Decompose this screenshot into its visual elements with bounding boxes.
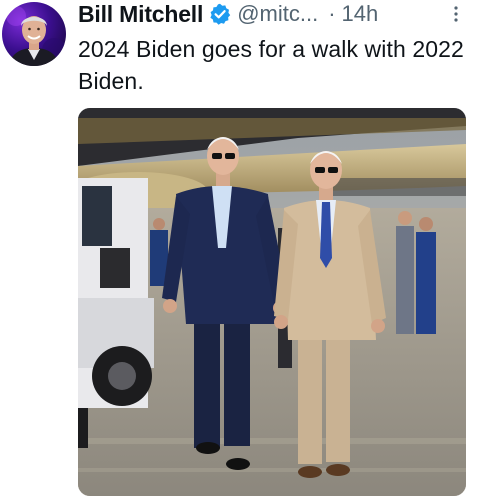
avatar[interactable] (2, 2, 66, 66)
photo-two-men-walking-tarmac (78, 108, 466, 496)
author-handle[interactable]: @mitc... (237, 1, 318, 27)
separator-dot: · (328, 1, 336, 26)
tweet-header: Bill Mitchell @mitc... · 14h (78, 0, 378, 28)
timestamp[interactable]: 14h (342, 1, 379, 27)
verified-badge-icon (209, 3, 231, 25)
tweet[interactable]: Bill Mitchell @mitc... · 14h 2024 Biden … (0, 0, 480, 500)
more-options-icon[interactable] (452, 4, 460, 24)
tweet-media-image[interactable] (78, 108, 466, 496)
author-name[interactable]: Bill Mitchell (78, 1, 203, 28)
avatar-image (6, 6, 66, 66)
tweet-text: 2024 Biden goes for a walk with 2022 Bid… (78, 36, 464, 94)
